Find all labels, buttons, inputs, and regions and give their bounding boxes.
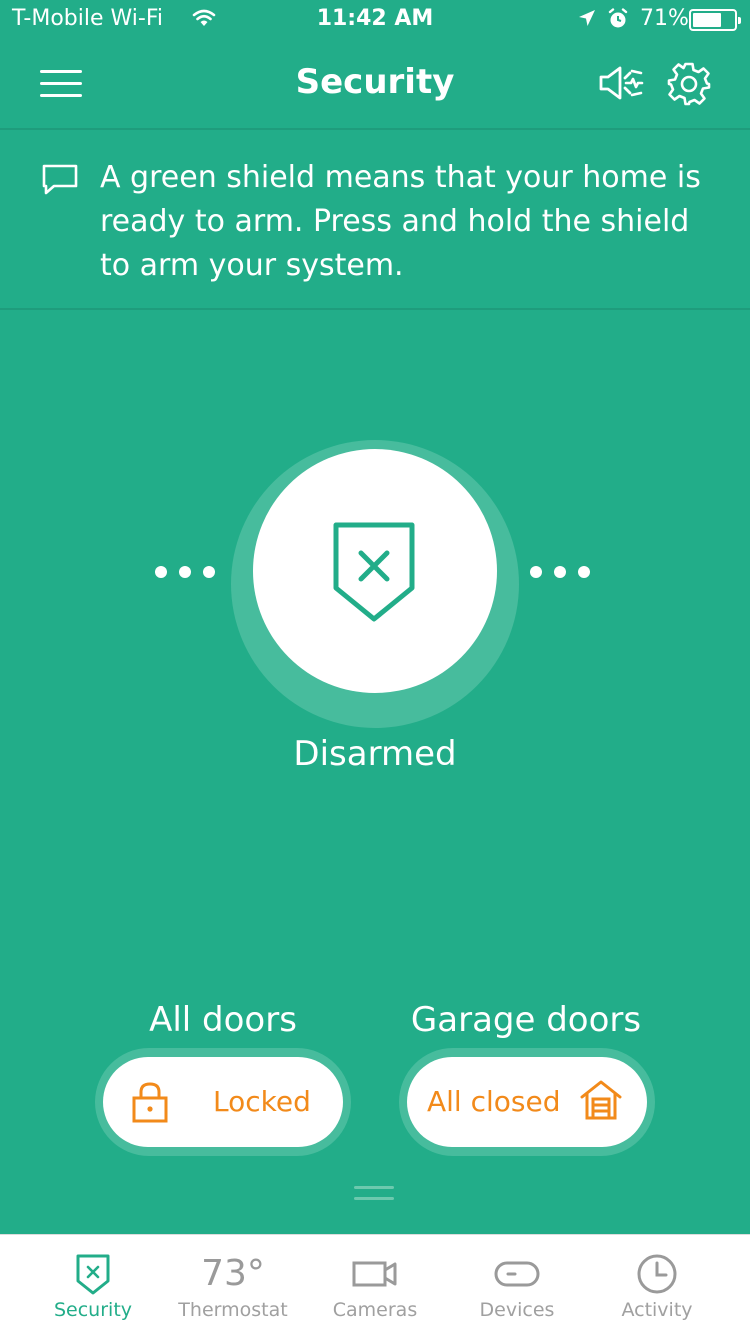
garage-door-button[interactable]: All closed <box>407 1057 647 1147</box>
tab-activity[interactable]: Activity <box>582 1235 732 1334</box>
tab-cameras[interactable]: Cameras <box>300 1235 450 1334</box>
security-state: Disarmed <box>293 734 457 774</box>
thermostat-temperature: 73° <box>201 1253 265 1294</box>
tab-security[interactable]: Security <box>18 1235 168 1334</box>
doors-title: All doors <box>149 1000 297 1040</box>
camera-icon <box>300 1253 450 1295</box>
tip-text: A green shield means that your home is r… <box>100 160 701 283</box>
status-bar: T-Mobile Wi-Fi 11:42 AM 71% <box>0 0 750 40</box>
alarm-clock-icon <box>608 8 628 34</box>
garage-status: All closed <box>427 1085 561 1118</box>
device-icon <box>442 1253 592 1295</box>
tab-devices[interactable]: Devices <box>442 1235 592 1334</box>
shield-x-icon <box>333 522 415 622</box>
tab-devices-label: Devices <box>479 1299 555 1321</box>
progress-dots-right <box>530 563 602 578</box>
doors-lock-button[interactable]: Locked <box>103 1057 343 1147</box>
tab-cameras-label: Cameras <box>332 1299 418 1321</box>
battery-percent: 71% <box>640 6 689 31</box>
doors-status: Locked <box>213 1085 311 1118</box>
tab-security-label: Security <box>53 1299 133 1321</box>
padlock-icon <box>132 1082 168 1123</box>
clock-time: 11:42 AM <box>316 6 434 31</box>
chat-bubble-icon <box>42 164 78 200</box>
gear-icon[interactable] <box>667 62 711 110</box>
garage-title: Garage doors <box>410 1000 642 1040</box>
tab-activity-label: Activity <box>621 1299 693 1321</box>
progress-dots-left <box>155 563 227 578</box>
app-header: Security <box>0 40 750 130</box>
shield-x-icon <box>18 1253 168 1295</box>
location-arrow-icon <box>578 9 596 31</box>
info-tip: A green shield means that your home is r… <box>0 130 750 310</box>
drawer-handle[interactable] <box>354 1186 394 1208</box>
battery-icon <box>689 9 741 31</box>
tab-bar: Security 73° Thermostat Cameras Devices <box>0 1234 750 1334</box>
tab-thermostat[interactable]: 73° Thermostat <box>158 1235 308 1334</box>
tab-thermostat-label: Thermostat <box>178 1299 288 1321</box>
speaker-icon[interactable] <box>598 64 644 106</box>
clock-icon <box>582 1253 732 1295</box>
arm-shield-button[interactable] <box>253 449 497 693</box>
garage-icon <box>580 1080 622 1120</box>
